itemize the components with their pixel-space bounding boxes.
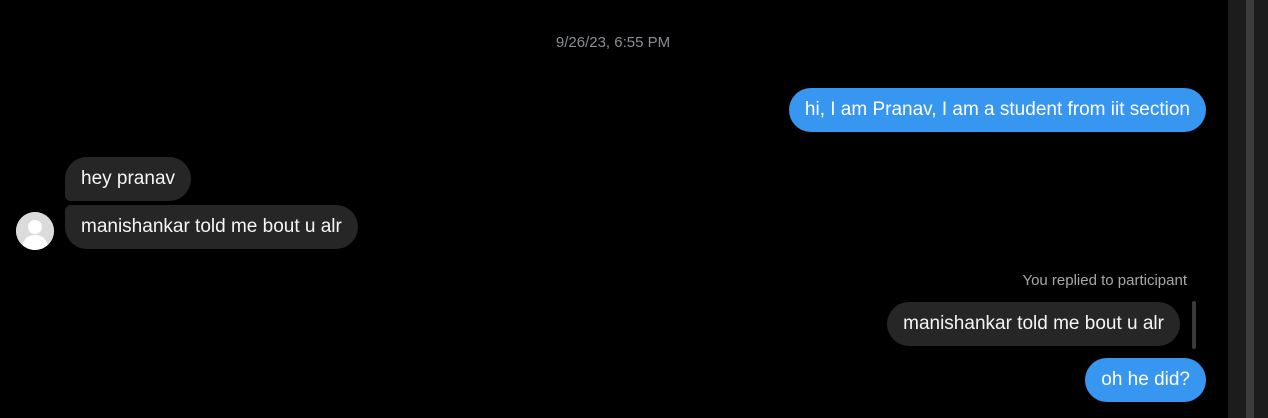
reply-indicator-bar xyxy=(1192,301,1196,349)
quoted-reply-bubble[interactable]: manishankar told me bout u alr xyxy=(887,302,1180,346)
message-timestamp: 9/26/23, 6:55 PM xyxy=(555,34,671,51)
outgoing-message-bubble[interactable]: hi, I am Pranav, I am a student from iit… xyxy=(788,88,1206,132)
incoming-message-bubble[interactable]: hey pranav xyxy=(65,157,192,201)
chat-window: 9/26/23, 6:55 PM hi, I am Pranav, I am a… xyxy=(0,0,1268,418)
user-silhouette-icon xyxy=(16,212,54,250)
outgoing-message-bubble[interactable]: oh he did? xyxy=(1085,358,1206,402)
incoming-message-bubble[interactable]: manishankar told me bout u alr xyxy=(65,205,358,249)
scrollbar-thumb[interactable] xyxy=(1246,0,1254,418)
reply-context-label: You replied to participant xyxy=(1022,272,1187,289)
default-user-avatar-icon[interactable] xyxy=(16,212,54,250)
